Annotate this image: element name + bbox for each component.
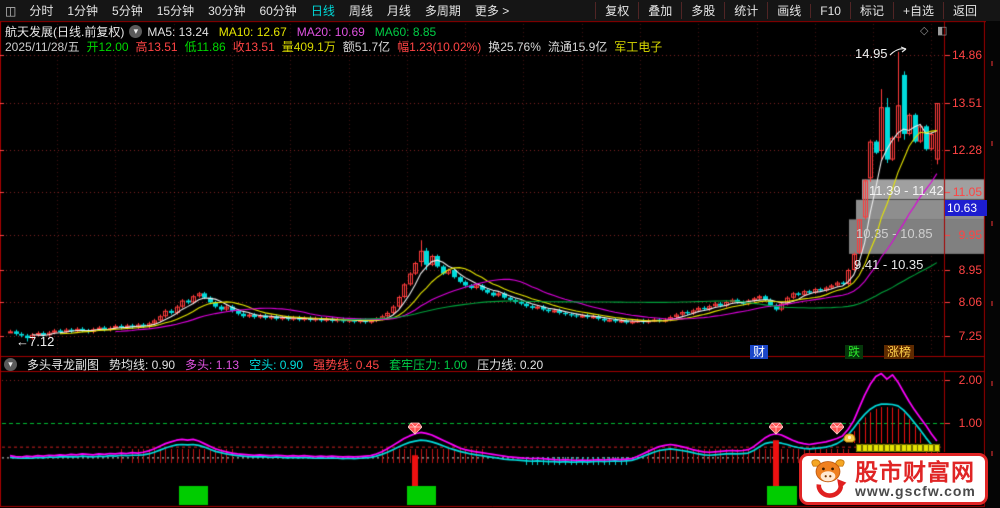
- toolbar-buttons: 复权叠加多股统计画线F10标记+自选返回: [595, 0, 986, 21]
- period-tabbar: ◫ 分时1分钟5分钟15分钟30分钟60分钟日线周线月线多周期更多 > 复权叠加…: [0, 0, 1000, 21]
- ohlc-row: 2025/11/28/五开12.00 高13.51 低11.86 收13.51 量409…: [5, 38, 662, 55]
- toolbar-button-统计[interactable]: 统计: [724, 2, 767, 19]
- indicator-param-4: 套牢压力: 1.00: [389, 356, 467, 373]
- tab-分时[interactable]: 分时: [22, 4, 60, 18]
- right-edge-strip[interactable]: [986, 21, 1000, 508]
- indicator-params: 势均线: 0.90 多头: 1.13 空头: 0.90 强势线: 0.45 套牢压力: …: [109, 356, 543, 373]
- zone-label-1: 10.35 - 10.85: [856, 226, 933, 241]
- indicator-param-1: 多头: 1.13: [185, 356, 239, 373]
- toolbar-button-标记[interactable]: 标记: [850, 2, 893, 19]
- high-price-annotation: 14.95: [855, 46, 888, 61]
- indicator-name: 多头寻龙副图: [27, 356, 99, 373]
- gem-signal-icon: [830, 422, 844, 435]
- ohlc-item-4: 收13.51: [233, 38, 275, 55]
- price-axis-label-13.51: 13.51: [948, 96, 982, 110]
- chevron-down-icon[interactable]: ▾: [129, 25, 142, 38]
- low-price-annotation: ←7.12: [16, 334, 54, 349]
- tab-5分钟[interactable]: 5分钟: [105, 4, 150, 18]
- tab-15分钟[interactable]: 15分钟: [150, 4, 201, 18]
- tab-60分钟[interactable]: 60分钟: [252, 4, 303, 18]
- toolbar-button-叠加[interactable]: 叠加: [638, 2, 681, 19]
- indicator-param-3: 强势线: 0.45: [313, 356, 379, 373]
- indicator-param-5: 压力线: 0.20: [477, 356, 543, 373]
- price-axis-label-7.25: 7.25: [948, 329, 982, 343]
- app-window: ◫ 分时1分钟5分钟15分钟30分钟60分钟日线周线月线多周期更多 > 复权叠加…: [0, 0, 1000, 508]
- ohlc-item-8: 换25.76%: [488, 38, 541, 55]
- ohlc-item-3: 低11.86: [185, 38, 226, 55]
- toolbar-button-返回[interactable]: 返回: [943, 2, 986, 19]
- indicator-header: ▾ 多头寻龙副图 势均线: 0.90 多头: 1.13 空头: 0.90 强势线: 0…: [4, 357, 543, 371]
- tab-日线[interactable]: 日线: [304, 4, 342, 18]
- ohlc-item-6: 额51.7亿: [343, 38, 390, 55]
- chart-badge-涨榜[interactable]: 涨榜: [884, 345, 914, 359]
- indicator-axis-label-2.00: 2.00: [948, 373, 982, 387]
- price-axis-label-8.95: 8.95: [948, 263, 982, 277]
- tab-月线[interactable]: 月线: [380, 4, 418, 18]
- chart-badge-财[interactable]: 财: [750, 345, 768, 359]
- current-price-tag: 10.63: [945, 200, 987, 216]
- watermark-site-name: 股市财富网: [855, 460, 976, 484]
- tab-1分钟[interactable]: 1分钟: [60, 4, 105, 18]
- ohlc-item-10: 军工电子: [614, 38, 662, 55]
- split-pane-icon[interactable]: ◧: [937, 24, 947, 37]
- gem-signal-icon: [769, 422, 783, 435]
- ma-label-2: MA20: 10.69: [297, 25, 365, 39]
- zone-label-0: 11.39 - 11.42: [869, 183, 944, 198]
- tab-30分钟[interactable]: 30分钟: [201, 4, 252, 18]
- indicator-param-2: 空头: 0.90: [249, 356, 303, 373]
- gold-signal-icon: [843, 430, 857, 443]
- ohlc-item-1: 开12.00: [87, 38, 129, 55]
- indicator-axis-label-1.00: 1.00: [948, 416, 982, 430]
- toolbar-button-复权[interactable]: 复权: [595, 2, 638, 19]
- watermark: 股市财富网 www.gscfw.com: [799, 453, 988, 505]
- zone-label-2: 9.41 - 10.35: [854, 257, 923, 272]
- price-axis-label-12.28: 12.28: [948, 143, 982, 157]
- toolbar-button-+自选[interactable]: +自选: [893, 2, 943, 19]
- toolbar-button-F10[interactable]: F10: [810, 4, 850, 18]
- tab-周线[interactable]: 周线: [342, 4, 380, 18]
- ma-label-3: MA60: 8.85: [375, 25, 436, 39]
- price-axis-label-11.05: 11.05: [948, 185, 982, 199]
- diamond-icon[interactable]: ◇: [920, 24, 928, 37]
- ohlc-item-5: 量409.1万: [282, 38, 336, 55]
- price-axis-label-8.06: 8.06: [948, 295, 982, 309]
- high-arrow-icon: [889, 44, 909, 57]
- ohlc-item-2: 高13.51: [136, 38, 178, 55]
- toolbar-button-多股[interactable]: 多股: [681, 2, 724, 19]
- period-tabs: 分时1分钟5分钟15分钟30分钟60分钟日线周线月线多周期更多 >: [22, 2, 516, 19]
- price-axis-label-9.95: 9.95: [948, 228, 982, 242]
- chart-badge-跌[interactable]: 跌: [845, 345, 863, 359]
- bull-logo-icon: [806, 457, 850, 501]
- ohlc-item-9: 流通15.9亿: [548, 38, 607, 55]
- indicator-param-0: 势均线: 0.90: [109, 356, 175, 373]
- ohlc-item-0: 2025/11/28/五: [5, 38, 80, 55]
- ohlc-item-7: 幅1.23(10.02%): [397, 38, 481, 55]
- ma-label-0: MA5: 13.24: [147, 25, 208, 39]
- toolbar-button-画线[interactable]: 画线: [767, 2, 810, 19]
- price-axis-label-14.86: 14.86: [948, 48, 982, 62]
- window-layout-icon[interactable]: ◫: [0, 4, 22, 18]
- ma-values: MA5: 13.24 MA10: 12.67 MA20: 10.69 MA60: 8.…: [147, 25, 436, 39]
- tab-多周期[interactable]: 多周期: [418, 4, 468, 18]
- ma-label-1: MA10: 12.67: [219, 25, 287, 39]
- gem-signal-icon: [408, 422, 422, 435]
- watermark-site-url: www.gscfw.com: [855, 484, 976, 499]
- collapse-icon[interactable]: ▾: [4, 358, 17, 371]
- tab-更多 >[interactable]: 更多 >: [468, 4, 516, 18]
